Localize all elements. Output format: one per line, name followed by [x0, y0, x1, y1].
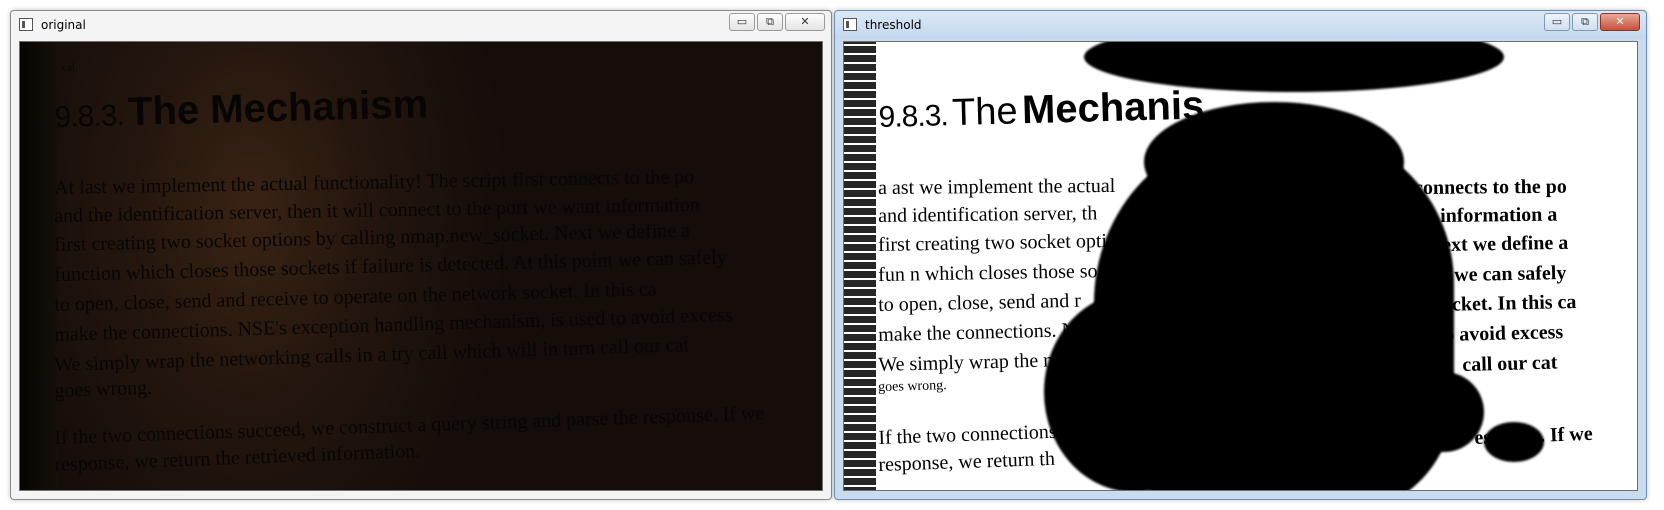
text-line: to open, close, send and r: [878, 289, 1082, 316]
text-line: a ast we implement the actual: [878, 174, 1116, 199]
noise-blob: [1044, 292, 1224, 490]
maximize-button[interactable]: ⧉: [757, 13, 783, 31]
noise-blob: [1144, 102, 1404, 222]
text-line: fun n which closes those so: [878, 260, 1098, 286]
close-button[interactable]: ✕: [1600, 13, 1640, 31]
text-fragment: socket. In this ca: [1434, 291, 1577, 316]
heading-number: 9.8.3.: [54, 99, 125, 134]
text-fragment: information a: [1440, 203, 1558, 227]
text-fragment: connects to the po: [1414, 175, 1567, 199]
maximize-button[interactable]: ⧉: [1572, 13, 1598, 31]
text-fragment: ext we define a: [1442, 231, 1569, 256]
original-titlebar[interactable]: original ▭ ⧉ ✕: [11, 11, 831, 39]
text-line: goes wrong.: [878, 378, 947, 395]
section-heading: 9.8.3. The Mechanism: [54, 82, 429, 137]
heading-text-1: The: [951, 90, 1019, 135]
text-line: goes wrong.: [54, 376, 153, 402]
thresholded-page: 9.8.3. The Mechanis a ast we implement t…: [844, 42, 1637, 490]
close-button[interactable]: ✕: [785, 13, 825, 31]
threshold-titlebar[interactable]: threshold ▭ ⧉ ✕: [835, 11, 1646, 39]
text-line: response, we return th: [878, 447, 1056, 476]
text-line: If the two connections s: [878, 420, 1070, 449]
section-heading: 9.8.3. The Mechanis: [878, 83, 1205, 137]
original-window[interactable]: original ▭ ⧉ ✕ cal. 9.8.3. The Mechanism…: [10, 10, 832, 500]
dark-edge-noise: [844, 42, 876, 490]
minimize-button[interactable]: ▭: [729, 13, 755, 31]
window-icon: [843, 18, 857, 31]
text-fragment: call our cat: [1462, 351, 1558, 376]
window-title: original: [41, 18, 86, 32]
original-image-view: cal. 9.8.3. The Mechanism At last we imp…: [19, 41, 823, 491]
text-fragment: we can safely: [1454, 262, 1567, 286]
threshold-image-view: 9.8.3. The Mechanis a ast we implement t…: [843, 41, 1638, 491]
threshold-window[interactable]: threshold ▭ ⧉ ✕ 9.8.3. The Mechanis a as…: [834, 10, 1647, 500]
text-fragment: o avoid excess: [1444, 321, 1564, 346]
window-title: threshold: [865, 18, 922, 32]
window-icon: [19, 18, 33, 31]
noise-blob: [1484, 422, 1544, 462]
noise-blob: [1404, 372, 1484, 452]
heading-number: 9.8.3.: [878, 99, 949, 134]
heading-text: The Mechanism: [127, 82, 429, 135]
minimize-button[interactable]: ▭: [1544, 13, 1570, 31]
book-page-photo: cal. 9.8.3. The Mechanism At last we imp…: [20, 42, 822, 490]
running-head: cal.: [61, 61, 78, 75]
text-line: and identification server, th: [878, 202, 1098, 227]
text-line: first creating two socket option: [878, 229, 1128, 256]
